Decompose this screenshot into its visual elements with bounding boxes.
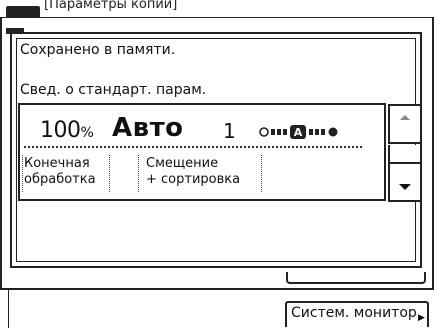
shift-sort-label: Смещение + сортировка: [146, 156, 240, 188]
triangle-up-icon: [400, 115, 410, 120]
density-dark-end: [328, 127, 338, 137]
density-tick: [271, 129, 275, 135]
density-tick: [315, 129, 319, 135]
copy-count: 1: [223, 119, 236, 143]
shift-label-line2: + сортировка: [146, 172, 241, 187]
scroll-up-button[interactable]: [388, 104, 422, 144]
triangle-down-icon: [399, 184, 411, 190]
triangle-right-small-icon: ▶: [418, 313, 425, 323]
zoom-ratio: 100%: [40, 117, 94, 147]
scroll-track[interactable]: [388, 145, 422, 163]
finishing-label-line2: обработка: [24, 172, 96, 187]
window-title: [Параметры копий]: [44, 0, 178, 12]
scroll-down-button[interactable]: [388, 162, 422, 202]
density-scale-icon: A: [259, 125, 338, 139]
density-tick: [309, 129, 313, 135]
density-tick: [321, 129, 325, 135]
density-light-end: [259, 127, 269, 137]
density-tick: [277, 129, 281, 135]
paper-select-value: Авто: [112, 113, 184, 143]
saved-message: Сохранено в памяти.: [20, 42, 176, 58]
density-tick: [283, 129, 287, 135]
copy-mode-icon: [6, 6, 40, 17]
system-monitor-label[interactable]: Систем. монитор: [291, 305, 417, 321]
shift-label-line1: Смещение: [146, 156, 219, 171]
finishing-label: Конечная обработка: [24, 156, 96, 188]
standard-settings-label: Свед. о стандарт. парам.: [20, 82, 207, 98]
svg-text:A: A: [294, 126, 303, 139]
zoom-value: 100: [40, 118, 81, 143]
dialog-corner-mark: [6, 28, 24, 34]
finishing-label-line1: Конечная: [24, 156, 90, 171]
title-bar: [Параметры копий]: [0, 0, 434, 18]
status-separator: [8, 290, 9, 328]
zoom-unit: %: [80, 125, 94, 141]
panel-bottom-tab: [286, 272, 426, 284]
